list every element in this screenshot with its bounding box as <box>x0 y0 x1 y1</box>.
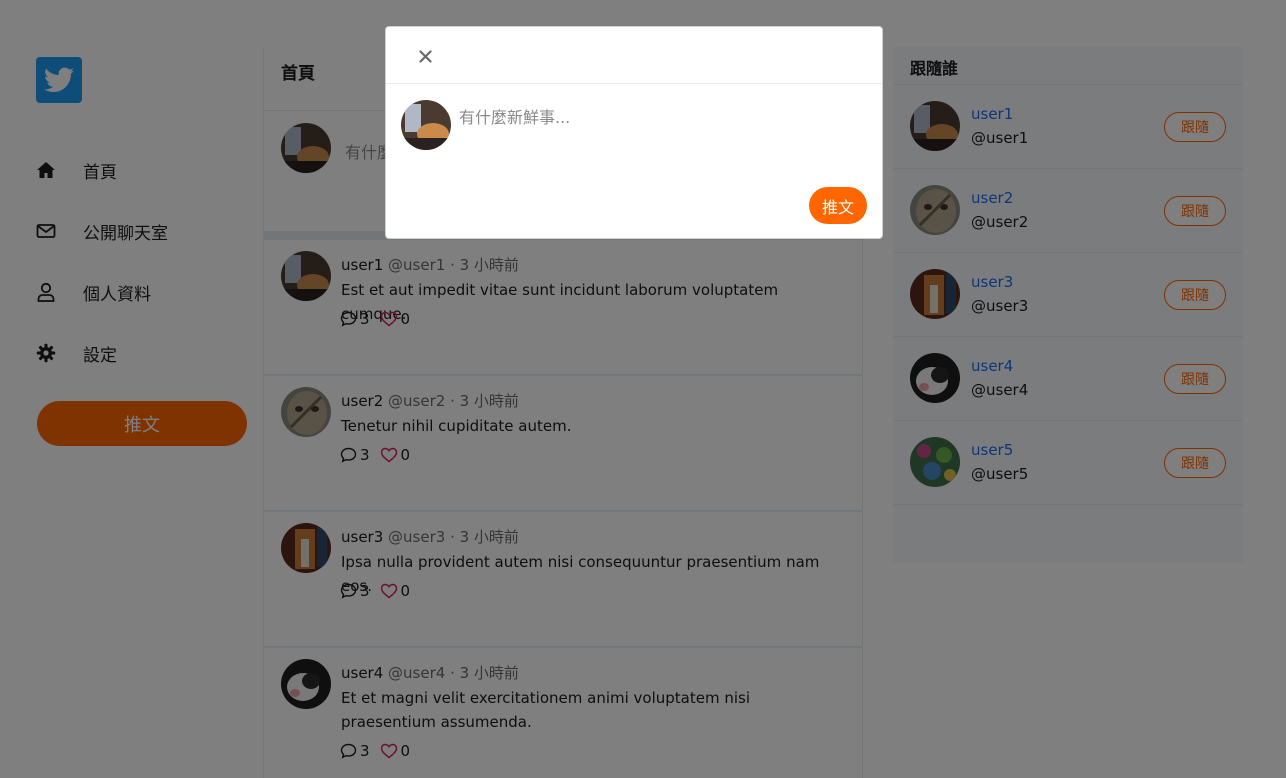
close-icon[interactable] <box>416 47 434 65</box>
submit-tweet-button[interactable]: 推文 <box>809 187 867 224</box>
tweet-modal: 推文 <box>385 26 883 239</box>
avatar <box>401 100 451 150</box>
tweet-textarea[interactable] <box>459 104 859 174</box>
modal-header <box>386 27 882 84</box>
modal-body: 推文 <box>386 84 882 239</box>
